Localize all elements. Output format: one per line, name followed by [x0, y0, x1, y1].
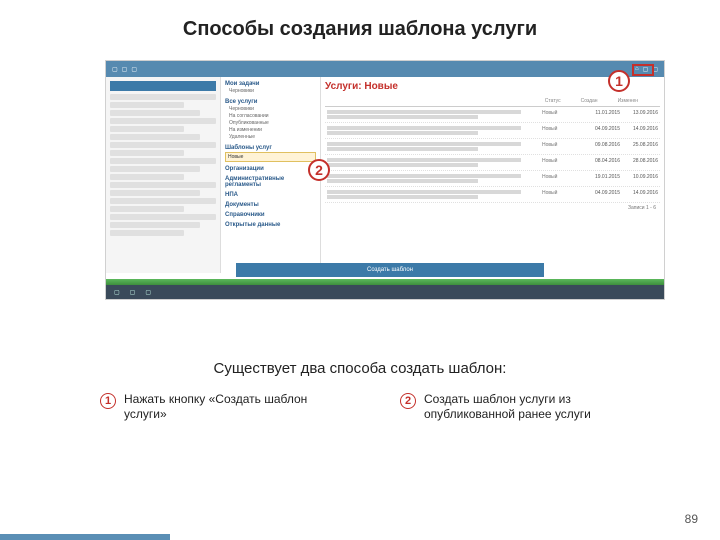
nav-item: На изменении: [225, 127, 316, 134]
marker-1: 1: [608, 70, 630, 92]
app-topbar: ▢ ▢ ▢ ⌂ ▢ ▢: [106, 61, 664, 77]
legend-num-1: 1: [100, 393, 116, 409]
legend-text-1: Нажать кнопку «Создать шаблон услуги»: [124, 392, 320, 422]
table-row: Новый08.04.201628.08.2016: [325, 155, 660, 171]
create-template-button[interactable]: Создать шаблон: [236, 263, 544, 277]
nav-item: На согласовании: [225, 113, 316, 120]
legend-item-1: 1 Нажать кнопку «Создать шаблон услуги»: [100, 392, 320, 422]
bottom-toolbar: ▢ ▢ ▢: [106, 285, 664, 299]
topbar-item: ▢: [112, 66, 118, 73]
nav-item: Удаленные: [225, 134, 316, 141]
col-status: Статус: [545, 98, 561, 104]
table-row: Новый19.01.201510.09.2016: [325, 171, 660, 187]
legend: 1 Нажать кнопку «Создать шаблон услуги» …: [0, 392, 720, 422]
footer-accent-bar: [0, 534, 170, 540]
toolbar-item: ▢: [114, 289, 120, 296]
nav-panel: Мои задачи Черновики Все услуги Черновик…: [221, 77, 321, 273]
legend-text-2: Создать шаблон услуги из опубликованной …: [424, 392, 620, 422]
app-screenshot: ▢ ▢ ▢ ⌂ ▢ ▢ Мои задачи Чер: [105, 60, 665, 300]
callout-box-1: [632, 64, 654, 76]
topbar-item: ▢: [131, 66, 137, 73]
left-panel: [106, 77, 221, 273]
toolbar-item: ▢: [145, 289, 151, 296]
toolbar-item: ▢: [130, 289, 136, 296]
table-row: Новый11.01.201513.09.2016: [325, 107, 660, 123]
records-count: Записи 1 - 6: [325, 203, 660, 213]
nav-group: Мои задачи: [225, 81, 316, 87]
topbar-left: ▢ ▢ ▢: [112, 66, 137, 73]
slide-title: Способы создания шаблона услуги: [0, 0, 720, 41]
nav-group: Открытые данные: [225, 222, 316, 228]
nav-group: Все услуги: [225, 99, 316, 105]
marker-2: 2: [308, 159, 330, 181]
table-header: Статус Создан Изменен: [325, 96, 660, 107]
nav-item: Опубликованные: [225, 120, 316, 127]
col-edited: Изменен: [618, 98, 638, 104]
nav-item: Черновики: [225, 88, 316, 95]
nav-group: Справочники: [225, 212, 316, 218]
nav-group: Административные регламенты: [225, 176, 316, 188]
nav-item: Черновики: [225, 106, 316, 113]
main-content: Услуги: Новые Статус Создан Изменен Новы…: [321, 77, 664, 273]
nav-group: НПА: [225, 192, 316, 198]
table-row: Новый09.08.201625.08.2016: [325, 139, 660, 155]
slide-subtitle: Существует два способа создать шаблон:: [0, 360, 720, 377]
slide: Способы создания шаблона услуги ▢ ▢ ▢ ⌂ …: [0, 0, 720, 540]
page-title: Услуги: Новые: [325, 81, 398, 92]
col-created: Создан: [581, 98, 598, 104]
table-row: Новый04.09.201514.09.2016: [325, 187, 660, 203]
nav-group: Шаблоны услуг: [225, 145, 316, 151]
left-panel-header: [110, 81, 216, 91]
page-number: 89: [685, 512, 698, 526]
legend-num-2: 2: [400, 393, 416, 409]
legend-item-2: 2 Создать шаблон услуги из опубликованно…: [400, 392, 620, 422]
nav-group: Документы: [225, 202, 316, 208]
table-row: Новый04.09.201514.09.2016: [325, 123, 660, 139]
nav-group: Организации: [225, 166, 316, 172]
topbar-item: ▢: [122, 66, 128, 73]
nav-item-active: Новые: [225, 152, 316, 162]
